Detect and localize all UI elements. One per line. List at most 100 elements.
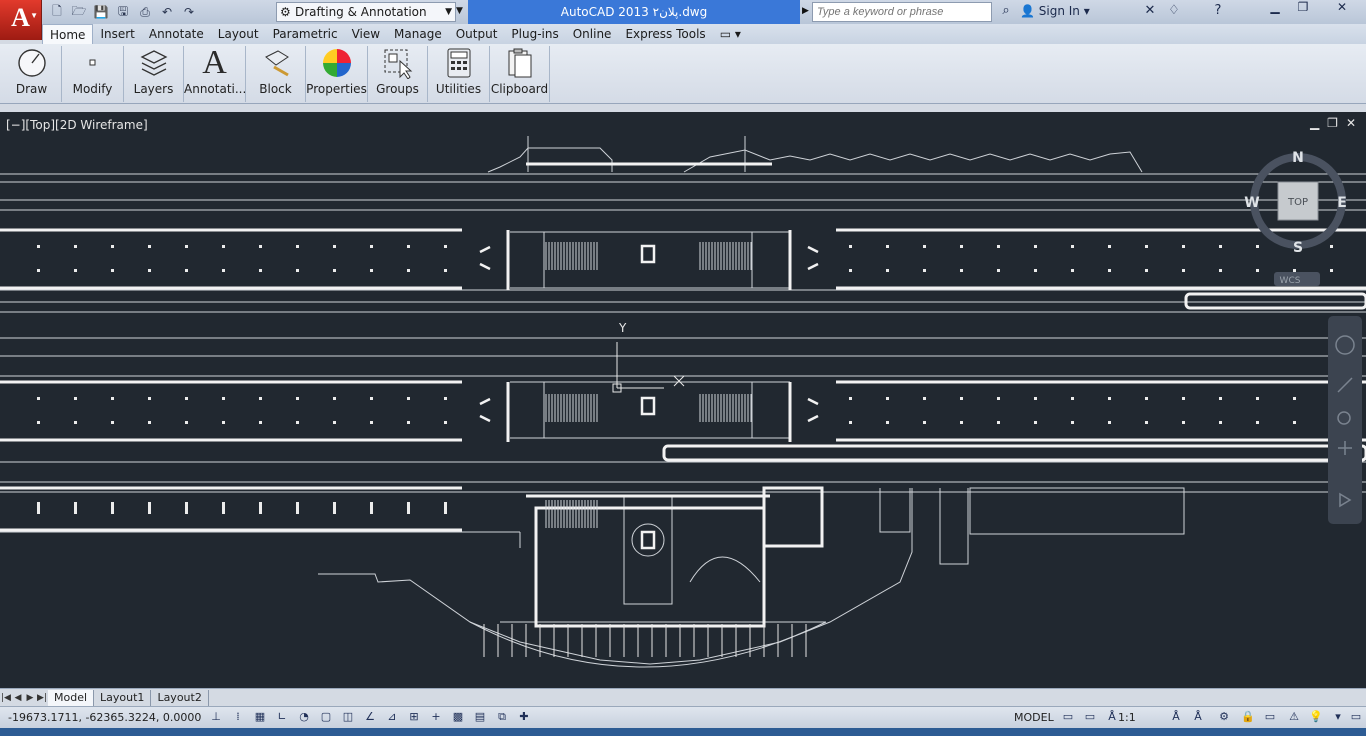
drawing-canvas[interactable]: Y TOP N S E W WCS xyxy=(0,112,1366,688)
3d-osnap-icon[interactable]: ◫ xyxy=(340,710,356,726)
wcs-menu[interactable]: WCS xyxy=(1280,276,1301,286)
column-mark xyxy=(1182,421,1185,424)
viewcube-west[interactable]: W xyxy=(1244,195,1259,211)
tab-home[interactable]: Home xyxy=(42,24,94,44)
panel-clipboard[interactable]: Clipboard xyxy=(490,46,550,102)
transparency-icon[interactable]: ▩ xyxy=(450,710,466,726)
isolate-objects-icon[interactable]: ⚠ xyxy=(1286,710,1302,726)
minimize-viewport-icon[interactable]: ▁ xyxy=(1310,116,1319,130)
grid-icon[interactable]: ▦ xyxy=(252,710,268,726)
application-menu-button[interactable]: A ▼ xyxy=(0,0,42,40)
otrack-icon[interactable]: ∠ xyxy=(362,710,378,726)
panel-utilities[interactable]: Utilities xyxy=(428,46,490,102)
lock-ui-icon[interactable]: 🔒 xyxy=(1240,710,1256,726)
tab-plug-ins[interactable]: Plug-ins xyxy=(504,24,565,44)
viewcube-south[interactable]: S xyxy=(1293,240,1303,256)
prev-layout-icon[interactable]: ◀ xyxy=(12,693,24,703)
groups-icon xyxy=(368,46,427,80)
save-as-icon[interactable]: 🖫 xyxy=(114,3,132,21)
column-mark xyxy=(886,421,889,424)
column-mark xyxy=(111,421,114,424)
model-space-toggle[interactable]: MODEL xyxy=(1014,711,1054,724)
annotation-icon: A xyxy=(202,44,227,81)
column-mark xyxy=(849,245,852,248)
sign-in-button[interactable]: 👤 Sign In ▾ xyxy=(1020,4,1090,18)
snap-icon[interactable]: ⁞ xyxy=(230,710,246,726)
tab-layout[interactable]: Layout xyxy=(211,24,266,44)
layout-tabs: |◀ ◀ ▶ ▶| Model Layout1 Layout2 xyxy=(0,688,1366,706)
tab-layout2[interactable]: Layout2 xyxy=(151,689,209,706)
close-viewport-icon[interactable]: ✕ xyxy=(1346,116,1356,130)
open-file-icon[interactable]: 🗁 xyxy=(70,3,88,21)
lineweight-icon[interactable]: + xyxy=(428,710,444,726)
column-mark xyxy=(1182,397,1185,400)
viewcube[interactable]: TOP N S E W WCS xyxy=(1244,150,1347,286)
annotation-visibility-icon[interactable]: Å xyxy=(1168,710,1184,726)
tab-insert[interactable]: Insert xyxy=(93,24,141,44)
panel-groups[interactable]: Groups xyxy=(368,46,428,102)
workspace-select[interactable]: ⚙ Drafting & Annotation ▼ xyxy=(276,2,456,22)
panel-properties[interactable]: Properties xyxy=(306,46,368,102)
tab-manage[interactable]: Manage xyxy=(387,24,449,44)
infer-constraints-icon[interactable]: ⊥ xyxy=(208,710,224,726)
annotation-scale[interactable]: 1:1 xyxy=(1118,711,1136,724)
panel-layers[interactable]: Layers xyxy=(124,46,184,102)
selection-cycling-icon[interactable]: ⧉ xyxy=(494,710,510,726)
polar-icon[interactable]: ◔ xyxy=(296,710,312,726)
close-button[interactable]: ✕ xyxy=(1322,0,1362,18)
redo-icon[interactable]: ↷ xyxy=(180,3,198,21)
hardware-acceleration-icon[interactable]: ▭ xyxy=(1262,710,1278,726)
tab-model[interactable]: Model xyxy=(48,689,95,706)
clean-screen-icon[interactable]: ▭ xyxy=(1348,710,1364,726)
panel-modify[interactable]: Modify xyxy=(62,46,124,102)
search-input[interactable] xyxy=(812,2,992,22)
undo-icon[interactable]: ↶ xyxy=(158,3,176,21)
customize-toolbar-icon[interactable]: ▼ xyxy=(456,6,463,16)
quick-properties-icon[interactable]: ▤ xyxy=(472,710,488,726)
save-icon[interactable]: 💾 xyxy=(92,3,110,21)
osnap-icon[interactable]: ▢ xyxy=(318,710,334,726)
viewport-controls-label[interactable]: [−][Top][2D Wireframe] xyxy=(6,118,148,132)
expand-search-icon[interactable]: ▶ xyxy=(802,6,809,16)
first-layout-icon[interactable]: |◀ xyxy=(0,693,12,703)
connect-icon[interactable]: ♢ xyxy=(1164,3,1184,21)
new-file-icon[interactable]: 🗋 xyxy=(48,3,66,21)
dyn-icon[interactable]: ⊞ xyxy=(406,710,422,726)
tab-layout1[interactable]: Layout1 xyxy=(94,689,152,706)
viewcube-face[interactable]: TOP xyxy=(1287,197,1308,208)
binoculars-icon[interactable]: ⌕ xyxy=(996,3,1016,21)
restore-button[interactable]: ❐ xyxy=(1290,0,1316,18)
tab-online[interactable]: Online xyxy=(566,24,619,44)
restore-viewport-icon[interactable]: ❐ xyxy=(1327,116,1338,130)
ribbon-minimize-icon[interactable]: ▭ ▾ xyxy=(713,24,748,44)
tab-view[interactable]: View xyxy=(345,24,387,44)
panel-block[interactable]: Block xyxy=(246,46,306,102)
last-layout-icon[interactable]: ▶| xyxy=(36,693,48,703)
workspace-switching-icon[interactable]: ⚙ xyxy=(1216,710,1232,726)
coordinates-readout[interactable]: -19673.1711, -62365.3224, 0.0000 xyxy=(8,711,201,724)
minimize-button[interactable]: ▁ xyxy=(1262,0,1288,18)
navigation-bar[interactable] xyxy=(1328,316,1362,524)
annotation-monitor-icon[interactable]: ✚ xyxy=(516,710,532,726)
status-menu-icon[interactable]: ▾ xyxy=(1330,710,1346,726)
drawing-viewport[interactable]: Y TOP N S E W WCS [−][Top][2D Wireframe]… xyxy=(0,112,1366,688)
ducs-icon[interactable]: ⊿ xyxy=(384,710,400,726)
panel-annotation[interactable]: A Annotati... xyxy=(184,44,246,102)
tab-output[interactable]: Output xyxy=(449,24,505,44)
plot-icon[interactable]: ⎙ xyxy=(136,3,154,21)
quick-view-drawings-icon[interactable]: ▭ xyxy=(1082,710,1098,726)
quick-view-layouts-icon[interactable]: ▭ xyxy=(1060,710,1076,726)
exchange-icon[interactable]: ✕ xyxy=(1140,3,1160,21)
next-layout-icon[interactable]: ▶ xyxy=(24,693,36,703)
auto-scale-icon[interactable]: Å xyxy=(1190,710,1206,726)
ortho-icon[interactable]: ∟ xyxy=(274,710,290,726)
viewcube-north[interactable]: N xyxy=(1292,150,1304,166)
tab-parametric[interactable]: Parametric xyxy=(266,24,345,44)
column-mark xyxy=(37,421,40,424)
tab-annotate[interactable]: Annotate xyxy=(142,24,211,44)
tab-express-tools[interactable]: Express Tools xyxy=(618,24,712,44)
help-icon[interactable]: ? xyxy=(1208,3,1228,21)
light-bulb-icon[interactable]: 💡 xyxy=(1308,710,1324,726)
viewcube-east[interactable]: E xyxy=(1337,195,1347,211)
panel-draw[interactable]: Draw xyxy=(2,46,62,102)
